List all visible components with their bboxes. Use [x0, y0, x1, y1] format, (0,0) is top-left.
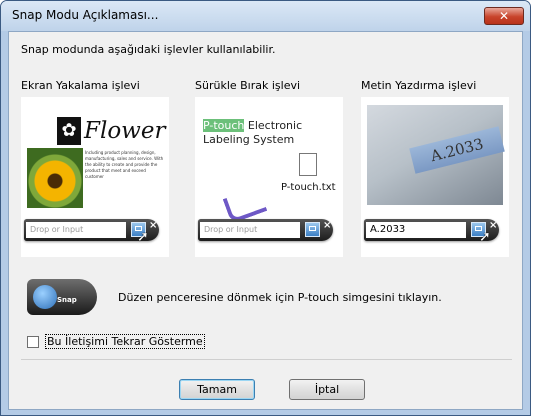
ok-button[interactable]: Tamam: [179, 379, 255, 400]
separator: [21, 359, 512, 360]
close-button[interactable]: ✕: [484, 7, 524, 25]
close-icon: ✕: [498, 9, 510, 23]
title-bar[interactable]: Snap Modu Açıklaması... ✕: [1, 1, 530, 31]
sunflower-image: [27, 148, 83, 208]
sample-text-line2: Labeling System: [203, 133, 295, 146]
mouse-cursor-icon: ➚: [479, 229, 491, 245]
close-small-icon: ×: [149, 220, 158, 231]
screen-capture-illustration: ✿ Flower Including product planning, des…: [21, 97, 169, 257]
flower-document-image: ✿ Flower Including product planning, des…: [27, 105, 166, 208]
snap-icon-label: Snap: [57, 296, 77, 304]
label-tape-photo: A.2033: [367, 105, 505, 205]
dialog-window: Snap Modu Açıklaması... ✕ Snap modunda a…: [0, 0, 531, 416]
sample-text-rest: Electronic: [244, 119, 303, 132]
text-print-illustration: A.2033 A.2033 × ➚: [361, 97, 509, 257]
flower-word: Flower: [84, 118, 166, 144]
drop-input-value: A.2033: [366, 222, 466, 238]
drop-input-placeholder: Drop or Input: [200, 222, 300, 238]
section-label-drag-drop: Sürükle Bırak işlevi: [195, 79, 301, 92]
intro-text: Snap modunda aşağıdaki işlevler kullanıl…: [21, 43, 276, 56]
ptouch-snap-icon: Snap: [27, 279, 97, 315]
snap-description: Düzen penceresine dönmek için P-touch si…: [118, 291, 442, 304]
ptouch-orb-icon: [33, 285, 57, 309]
snap-drop-bar: Drop or Input ×: [198, 219, 333, 241]
window-title: Snap Modu Açıklaması...: [12, 8, 159, 22]
selected-text-highlight: P-touch: [203, 119, 245, 132]
dont-show-again-checkbox[interactable]: [27, 335, 39, 348]
flower-logo-icon: ✿: [57, 117, 81, 145]
close-small-icon: ×: [323, 220, 332, 231]
file-name-label: P-touch.txt: [281, 182, 336, 193]
ptouch-sample-text: P-touch Electronic Labeling System: [203, 119, 302, 147]
flower-body-text: Including product planning, design, manu…: [85, 150, 164, 179]
drop-input-placeholder: Drop or Input: [26, 222, 126, 238]
capture-button-icon: [305, 222, 320, 237]
dont-show-again-row[interactable]: Bu İletişimi Tekrar Gösterme: [27, 334, 205, 349]
drag-drop-illustration: P-touch Electronic Labeling System P-tou…: [195, 97, 343, 257]
dialog-content: Snap modunda aşağıdaki işlevler kullanıl…: [8, 31, 523, 410]
cancel-button[interactable]: İptal: [289, 379, 365, 400]
section-label-text-print: Metin Yazdırma işlevi: [361, 79, 477, 92]
printed-tape: A.2033: [409, 126, 505, 174]
dont-show-again-label[interactable]: Bu İletişimi Tekrar Gösterme: [45, 334, 205, 349]
mouse-cursor-icon: ➚: [137, 229, 149, 245]
text-file-icon: [299, 153, 317, 176]
section-label-screen-capture: Ekran Yakalama işlevi: [21, 79, 140, 92]
